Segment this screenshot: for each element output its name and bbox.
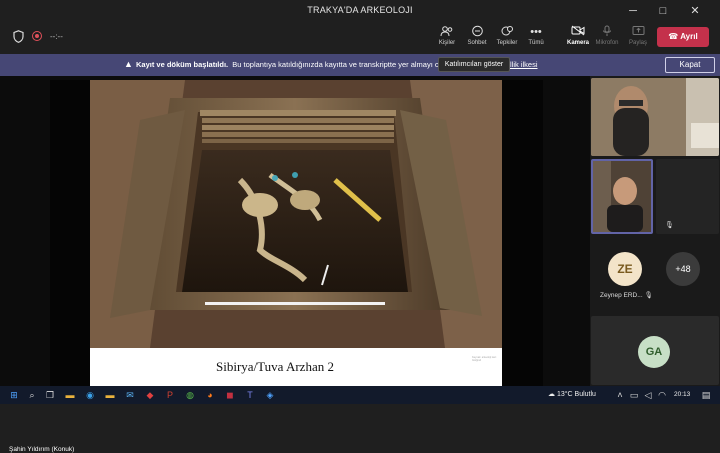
task-view-icon[interactable]: ❐ bbox=[44, 389, 56, 401]
chat-icon bbox=[462, 25, 492, 39]
participant-video-2[interactable] bbox=[591, 159, 653, 234]
avatar-ze[interactable]: ZE bbox=[608, 252, 642, 286]
network-icon[interactable]: ▭ bbox=[628, 389, 640, 401]
weather-widget[interactable]: ☁ 13°C Bulutlu bbox=[548, 390, 596, 398]
windows-start-icon[interactable]: ⊞ bbox=[8, 389, 20, 401]
mic-off-icon: 🎙 bbox=[644, 292, 653, 299]
warning-icon: ▲ bbox=[124, 59, 133, 69]
file-explorer-icon[interactable]: ▬ bbox=[64, 389, 76, 401]
share-screen-icon bbox=[623, 25, 653, 39]
slide-caption: Sibirya/Tuva Arzhan 2 bbox=[216, 359, 334, 374]
teams-icon[interactable]: T bbox=[244, 389, 256, 401]
minimize-button[interactable]: ─ bbox=[622, 3, 644, 19]
leave-button[interactable]: ☎ Ayrıl bbox=[657, 27, 709, 47]
folder-icon[interactable]: ▬ bbox=[104, 389, 116, 401]
participants-tooltip: Katılımcıları göster bbox=[438, 57, 510, 72]
shield-icon[interactable] bbox=[13, 30, 24, 43]
reaction-hand-icon bbox=[492, 25, 522, 39]
participant-video-image bbox=[593, 161, 651, 232]
microphone-icon bbox=[592, 25, 622, 39]
mic-off-icon: 🎙 bbox=[665, 222, 674, 229]
phone-hangup-icon: ☎ bbox=[668, 32, 679, 41]
shared-content-stage: Sibirya/Tuva Arzhan 2 Kaynak: arkeoloji … bbox=[0, 76, 590, 453]
cloud-icon: ☁ bbox=[548, 391, 555, 398]
participant-video-image bbox=[591, 78, 719, 156]
camera-icon bbox=[563, 25, 593, 39]
slide-footnote: Kaynak: arkeoloji kazı fotoğrafı bbox=[472, 356, 497, 362]
more-participants-button[interactable]: +48 bbox=[666, 252, 700, 286]
participant-name-ze: Zeynep ERD... 🎙 bbox=[600, 292, 653, 299]
powerpoint-icon[interactable]: P bbox=[164, 389, 176, 401]
presenter-name: Şahin Yıldırım (Konuk) bbox=[9, 446, 75, 453]
chat-button[interactable]: Sohbet bbox=[462, 25, 492, 51]
pdf-reader-icon[interactable]: ◆ bbox=[144, 389, 156, 401]
meeting-timer: --:-- bbox=[50, 32, 63, 41]
chrome-icon[interactable]: ◍ bbox=[184, 389, 196, 401]
recording-banner: ▲ Kayıt ve döküm başlatıldı. Bu toplantı… bbox=[0, 54, 720, 76]
presentation-slide: Sibirya/Tuva Arzhan 2 Kaynak: arkeoloji … bbox=[90, 80, 502, 386]
edge-browser-icon[interactable]: ◉ bbox=[84, 389, 96, 401]
maximize-button[interactable]: □ bbox=[652, 3, 674, 19]
more-actions-button[interactable]: ••• Tümü bbox=[521, 25, 551, 51]
meeting-toolbar: --:-- Kişiler Sohbet Tepkiler ••• Tümü K… bbox=[0, 22, 720, 54]
mail-icon[interactable]: ✉ bbox=[124, 389, 136, 401]
burial-excavation-photo bbox=[90, 80, 502, 348]
app-icon[interactable]: ◼ bbox=[224, 389, 236, 401]
search-icon[interactable]: ⌕ bbox=[26, 389, 38, 401]
wifi-icon[interactable]: ◠ bbox=[656, 389, 668, 401]
privacy-policy-link[interactable]: llik ilkesi bbox=[510, 60, 538, 69]
camera-button[interactable]: Kamera bbox=[563, 25, 593, 51]
notifications-icon[interactable]: ▤ bbox=[700, 389, 712, 401]
avatar-ga[interactable]: GA bbox=[638, 336, 670, 368]
firefox-icon[interactable]: ◕ bbox=[204, 389, 216, 401]
close-banner-button[interactable]: Kapat bbox=[665, 57, 715, 73]
more-dots-icon: ••• bbox=[530, 26, 542, 38]
share-button[interactable]: Paylaş bbox=[623, 25, 653, 51]
reactions-button[interactable]: Tepkiler bbox=[492, 25, 522, 51]
recording-icon bbox=[32, 31, 42, 41]
close-window-button[interactable]: ✕ bbox=[684, 3, 706, 19]
microphone-button[interactable]: Mikrofon bbox=[592, 25, 622, 51]
app-icon-2[interactable]: ◈ bbox=[264, 389, 276, 401]
windows-taskbar: ⊞ ⌕ ❐ ▬ ◉ ▬ ✉ ◆ P ◍ ◕ ◼ T ◈ ☁ 13°C Bulut… bbox=[0, 386, 720, 404]
banner-title: Kayıt ve döküm başlatıldı. bbox=[136, 60, 229, 69]
window-title: TRAKYA'DA ARKEOLOJI bbox=[307, 5, 413, 15]
tray-chevron-icon[interactable]: ˄ bbox=[614, 389, 626, 401]
title-bar: TRAKYA'DA ARKEOLOJI ─ □ ✕ bbox=[0, 0, 720, 22]
speaker-icon[interactable]: ◁ bbox=[642, 389, 654, 401]
banner-message: Bu toplantıya katıldığınızda kayıtta ve … bbox=[232, 60, 444, 69]
participant-video-1[interactable] bbox=[591, 78, 719, 156]
taskbar-clock[interactable]: 20:13 bbox=[674, 391, 690, 398]
people-icon bbox=[432, 25, 462, 39]
participants-button[interactable]: Kişiler bbox=[432, 25, 462, 51]
